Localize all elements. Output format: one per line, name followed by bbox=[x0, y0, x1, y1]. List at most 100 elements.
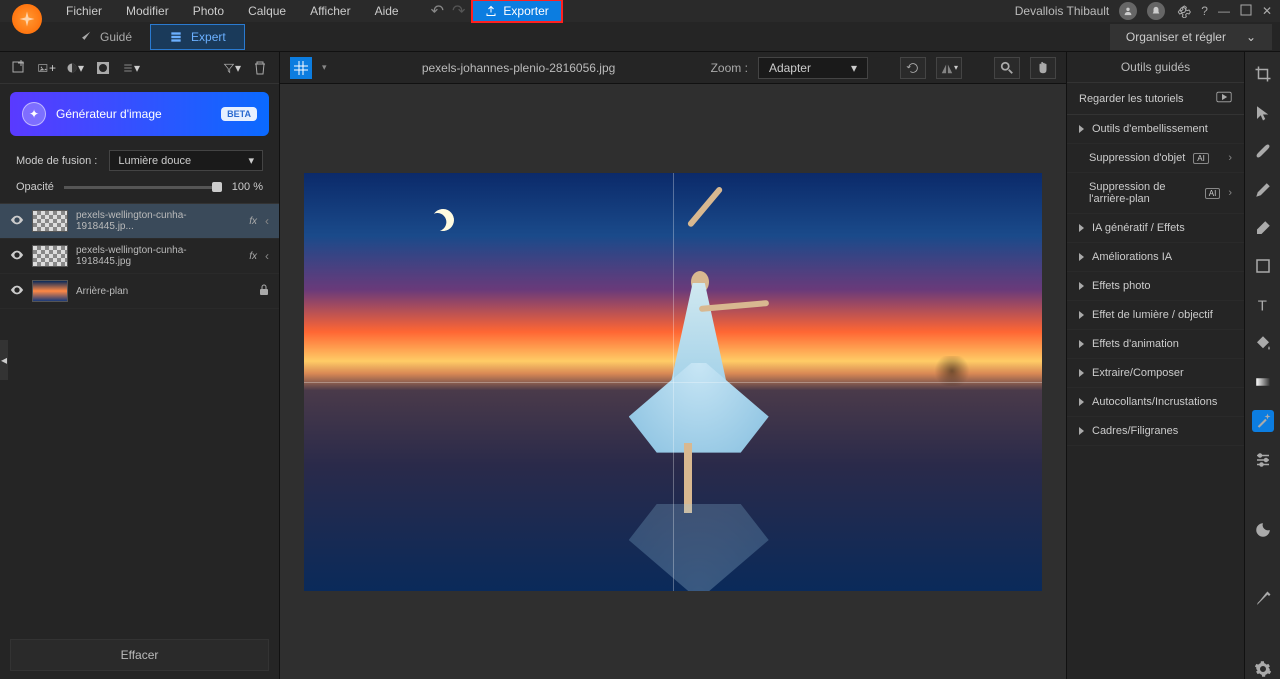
user-name: Devallois Thibault bbox=[1015, 4, 1110, 18]
mode-tab-guided[interactable]: Guidé bbox=[60, 25, 150, 49]
layer-name-label: pexels-wellington-cunha-1918445.jpg bbox=[76, 245, 241, 267]
hand-icon[interactable] bbox=[1030, 57, 1056, 79]
moon-tool-icon[interactable] bbox=[1252, 520, 1274, 540]
circle-half-icon[interactable]: ▾ bbox=[66, 59, 84, 77]
fx-badge: fx bbox=[249, 216, 257, 227]
magic-tool-icon[interactable] bbox=[1252, 410, 1274, 432]
app-logo bbox=[12, 4, 42, 34]
menu-edit[interactable]: Modifier bbox=[114, 0, 181, 22]
guided-section-row[interactable]: Améliorations IA bbox=[1067, 243, 1244, 272]
lock-icon bbox=[259, 284, 269, 299]
chevron-down-icon: ▾ bbox=[248, 154, 254, 167]
pen-tool-icon[interactable] bbox=[1252, 179, 1274, 199]
menu-help[interactable]: Aide bbox=[363, 0, 411, 22]
chevron-right-icon: › bbox=[1228, 152, 1232, 164]
section-label: Cadres/Filigranes bbox=[1092, 425, 1178, 437]
undo-icon[interactable]: ↶ bbox=[431, 1, 444, 21]
redo-icon[interactable]: ↷ bbox=[452, 1, 465, 21]
tutorial-link[interactable]: Regarder les tutoriels bbox=[1067, 83, 1244, 115]
guided-section-row[interactable]: Effets photo bbox=[1067, 272, 1244, 301]
organize-button[interactable]: Organiser et régler ⌄ bbox=[1110, 24, 1272, 50]
close-icon[interactable]: ✕ bbox=[1262, 4, 1272, 18]
menu-file[interactable]: Fichier bbox=[54, 0, 114, 22]
add-layer-icon[interactable] bbox=[10, 59, 28, 77]
filter-icon[interactable]: ▾ bbox=[223, 59, 241, 77]
section-label: Effets photo bbox=[1092, 280, 1151, 292]
blend-mode-select[interactable]: Lumière douce ▾ bbox=[109, 150, 263, 171]
guided-section-row[interactable]: Autocollants/Incrustations bbox=[1067, 388, 1244, 417]
gradient-tool-icon[interactable] bbox=[1252, 372, 1274, 392]
brush-tool-icon[interactable] bbox=[1252, 141, 1274, 161]
layer-thumbnail bbox=[32, 280, 68, 302]
gear-tool-icon[interactable] bbox=[1252, 658, 1274, 678]
zoom-label: Zoom : bbox=[711, 61, 748, 75]
layer-row[interactable]: Arrière-plan bbox=[0, 274, 279, 309]
fill-tool-icon[interactable] bbox=[1252, 333, 1274, 353]
add-image-icon[interactable]: + bbox=[38, 59, 56, 77]
trash-icon[interactable] bbox=[251, 59, 269, 77]
maximize-icon[interactable] bbox=[1240, 4, 1252, 19]
eyedropper-tool-icon[interactable] bbox=[1252, 589, 1274, 609]
guided-section-row[interactable]: Outils d'embellissement bbox=[1067, 115, 1244, 144]
filename-label: pexels-johannes-plenio-2816056.jpg bbox=[337, 61, 701, 75]
menu-photo[interactable]: Photo bbox=[181, 0, 236, 22]
eraser-tool-icon[interactable] bbox=[1252, 218, 1274, 238]
layer-name-label: Arrière-plan bbox=[76, 286, 251, 297]
rotate-icon[interactable] bbox=[900, 57, 926, 79]
canvas-toolbar: ▾ pexels-johannes-plenio-2816056.jpg Zoo… bbox=[280, 52, 1066, 84]
guided-section-row[interactable]: IA génératif / Effets bbox=[1067, 214, 1244, 243]
text-tool-icon[interactable]: T bbox=[1252, 295, 1274, 315]
triangle-icon bbox=[1079, 340, 1084, 348]
visibility-eye-icon[interactable] bbox=[10, 283, 24, 300]
chevron-left-icon[interactable]: ‹ bbox=[265, 214, 269, 228]
zoom-select[interactable]: Adapter ▾ bbox=[758, 57, 868, 79]
blend-mode-row: Mode de fusion : Lumière douce ▾ bbox=[0, 144, 279, 177]
menu-layer[interactable]: Calque bbox=[236, 0, 298, 22]
grid-icon[interactable] bbox=[290, 57, 312, 79]
layer-thumbnail bbox=[32, 210, 68, 232]
mask-icon[interactable] bbox=[94, 59, 112, 77]
beta-badge: BETA bbox=[221, 107, 257, 121]
canvas[interactable] bbox=[304, 173, 1042, 591]
crop-tool-icon[interactable] bbox=[1252, 64, 1274, 84]
image-generator-button[interactable]: ✦ Générateur d'image BETA bbox=[10, 92, 269, 136]
right-panel: Outils guidés Regarder les tutoriels Out… bbox=[1066, 52, 1244, 679]
opacity-slider[interactable] bbox=[64, 186, 222, 189]
collapse-left-handle[interactable]: ◂ bbox=[0, 340, 8, 380]
section-label: Outils d'embellissement bbox=[1092, 123, 1208, 135]
visibility-eye-icon[interactable] bbox=[10, 248, 24, 265]
layer-thumbnail bbox=[32, 245, 68, 267]
sliders-tool-icon[interactable] bbox=[1252, 450, 1274, 470]
mode-tab-expert[interactable]: Expert bbox=[150, 24, 245, 50]
gear-icon[interactable] bbox=[1175, 2, 1191, 21]
top-menu-bar: Fichier Modifier Photo Calque Afficher A… bbox=[0, 0, 1280, 22]
pointer-tool-icon[interactable] bbox=[1252, 102, 1274, 122]
guided-section-row[interactable]: Effets d'animation bbox=[1067, 330, 1244, 359]
clear-button[interactable]: Effacer bbox=[10, 639, 269, 671]
list-icon[interactable]: ▾ bbox=[122, 59, 140, 77]
flip-icon[interactable]: ▾ bbox=[936, 57, 962, 79]
external-link-icon bbox=[1216, 91, 1232, 106]
help-icon[interactable]: ? bbox=[1201, 4, 1208, 18]
grid-dropdown-icon[interactable]: ▾ bbox=[322, 62, 327, 73]
user-avatar-icon[interactable] bbox=[1119, 2, 1137, 20]
chevron-left-icon[interactable]: ‹ bbox=[265, 249, 269, 263]
shape-tool-icon[interactable] bbox=[1252, 256, 1274, 276]
guided-section-row[interactable]: Suppression de l'arrière-plan AI › bbox=[1067, 173, 1244, 214]
magnify-icon[interactable] bbox=[994, 57, 1020, 79]
visibility-eye-icon[interactable] bbox=[10, 213, 24, 230]
layer-row[interactable]: pexels-wellington-cunha-1918445.jp... fx… bbox=[0, 204, 279, 239]
guided-section-row[interactable]: Cadres/Filigranes bbox=[1067, 417, 1244, 446]
triangle-icon bbox=[1079, 311, 1084, 319]
notification-icon[interactable] bbox=[1147, 2, 1165, 20]
export-button[interactable]: Exporter bbox=[471, 0, 562, 23]
right-panel-title: Outils guidés bbox=[1067, 52, 1244, 83]
ai-badge: AI bbox=[1205, 188, 1221, 199]
guided-section-row[interactable]: Extraire/Composer bbox=[1067, 359, 1244, 388]
menu-display[interactable]: Afficher bbox=[298, 0, 362, 22]
guided-section-row[interactable]: Effet de lumière / objectif bbox=[1067, 301, 1244, 330]
minimize-icon[interactable]: — bbox=[1218, 4, 1230, 18]
guided-section-row[interactable]: Suppression d'objet AI › bbox=[1067, 144, 1244, 173]
opacity-row: Opacité 100 % bbox=[0, 177, 279, 203]
layer-row[interactable]: pexels-wellington-cunha-1918445.jpg fx ‹ bbox=[0, 239, 279, 274]
